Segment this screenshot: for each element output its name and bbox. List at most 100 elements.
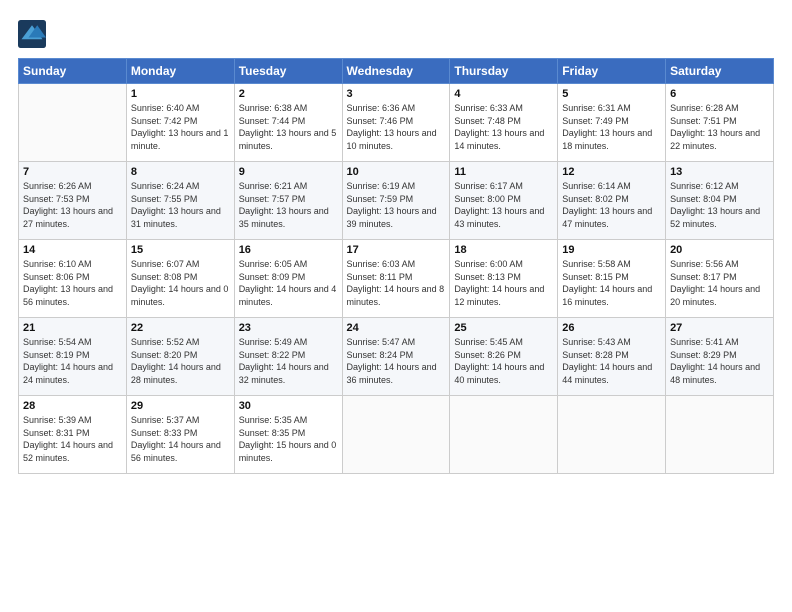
day-info: Sunrise: 6:24 AMSunset: 7:55 PMDaylight:… — [131, 180, 230, 230]
day-info: Sunrise: 6:12 AMSunset: 8:04 PMDaylight:… — [670, 180, 769, 230]
calendar-cell: 17 Sunrise: 6:03 AMSunset: 8:11 PMDayligh… — [342, 240, 450, 318]
header — [18, 18, 774, 48]
calendar-cell: 15 Sunrise: 6:07 AMSunset: 8:08 PMDayligh… — [126, 240, 234, 318]
week-row: 28 Sunrise: 5:39 AMSunset: 8:31 PMDayligh… — [19, 396, 774, 474]
day-number: 29 — [131, 400, 230, 412]
day-info: Sunrise: 5:47 AMSunset: 8:24 PMDaylight:… — [347, 336, 446, 386]
calendar-cell: 8 Sunrise: 6:24 AMSunset: 7:55 PMDaylight… — [126, 162, 234, 240]
day-number: 9 — [239, 166, 338, 178]
weekday-header-sunday: Sunday — [19, 59, 127, 84]
day-info: Sunrise: 5:45 AMSunset: 8:26 PMDaylight:… — [454, 336, 553, 386]
calendar-cell — [450, 396, 558, 474]
calendar-cell: 27 Sunrise: 5:41 AMSunset: 8:29 PMDayligh… — [666, 318, 774, 396]
day-info: Sunrise: 5:43 AMSunset: 8:28 PMDaylight:… — [562, 336, 661, 386]
weekday-header-monday: Monday — [126, 59, 234, 84]
day-number: 18 — [454, 244, 553, 256]
weekday-header-thursday: Thursday — [450, 59, 558, 84]
day-info: Sunrise: 6:33 AMSunset: 7:48 PMDaylight:… — [454, 102, 553, 152]
day-info: Sunrise: 6:07 AMSunset: 8:08 PMDaylight:… — [131, 258, 230, 308]
calendar-cell: 6Sunrise: 6:28 AMSunset: 7:51 PMDaylight… — [666, 84, 774, 162]
calendar-cell — [342, 396, 450, 474]
page: SundayMondayTuesdayWednesdayThursdayFrid… — [0, 0, 792, 612]
calendar-cell — [558, 396, 666, 474]
day-info: Sunrise: 6:14 AMSunset: 8:02 PMDaylight:… — [562, 180, 661, 230]
calendar-cell — [666, 396, 774, 474]
day-number: 25 — [454, 322, 553, 334]
calendar-cell: 24 Sunrise: 5:47 AMSunset: 8:24 PMDayligh… — [342, 318, 450, 396]
day-number: 20 — [670, 244, 769, 256]
calendar-cell: 9Sunrise: 6:21 AMSunset: 7:57 PMDaylight… — [234, 162, 342, 240]
calendar-cell: 4 Sunrise: 6:33 AMSunset: 7:48 PMDaylight… — [450, 84, 558, 162]
day-number: 2 — [239, 88, 338, 100]
calendar-cell: 5 Sunrise: 6:31 AMSunset: 7:49 PMDaylight… — [558, 84, 666, 162]
day-info: Sunrise: 6:19 AMSunset: 7:59 PMDaylight:… — [347, 180, 446, 230]
calendar-cell: 14Sunrise: 6:10 AMSunset: 8:06 PMDayligh… — [19, 240, 127, 318]
day-number: 17 — [347, 244, 446, 256]
day-info: Sunrise: 5:49 AMSunset: 8:22 PMDaylight:… — [239, 336, 338, 386]
calendar-cell: 1 Sunrise: 6:40 AMSunset: 7:42 PMDaylight… — [126, 84, 234, 162]
calendar-cell: 29 Sunrise: 5:37 AMSunset: 8:33 PMDayligh… — [126, 396, 234, 474]
calendar-cell: 28 Sunrise: 5:39 AMSunset: 8:31 PMDayligh… — [19, 396, 127, 474]
day-number: 16 — [239, 244, 338, 256]
day-number: 12 — [562, 166, 661, 178]
day-info: Sunrise: 6:05 AMSunset: 8:09 PMDaylight:… — [239, 258, 338, 308]
weekday-header-wednesday: Wednesday — [342, 59, 450, 84]
day-number: 21 — [23, 322, 122, 334]
day-info: Sunrise: 6:00 AMSunset: 8:13 PMDaylight:… — [454, 258, 553, 308]
day-info: Sunrise: 5:54 AMSunset: 8:19 PMDaylight:… — [23, 336, 122, 386]
calendar-cell: 13 Sunrise: 6:12 AMSunset: 8:04 PMDayligh… — [666, 162, 774, 240]
day-number: 5 — [562, 88, 661, 100]
day-number: 14 — [23, 244, 122, 256]
header-row: SundayMondayTuesdayWednesdayThursdayFrid… — [19, 59, 774, 84]
calendar-cell: 3 Sunrise: 6:36 AMSunset: 7:46 PMDaylight… — [342, 84, 450, 162]
day-number: 4 — [454, 88, 553, 100]
calendar-cell: 22 Sunrise: 5:52 AMSunset: 8:20 PMDayligh… — [126, 318, 234, 396]
day-number: 1 — [131, 88, 230, 100]
day-number: 28 — [23, 400, 122, 412]
day-info: Sunrise: 6:38 AMSunset: 7:44 PMDaylight:… — [239, 102, 338, 152]
calendar-cell: 26 Sunrise: 5:43 AMSunset: 8:28 PMDayligh… — [558, 318, 666, 396]
calendar-cell: 20 Sunrise: 5:56 AMSunset: 8:17 PMDayligh… — [666, 240, 774, 318]
calendar-cell — [19, 84, 127, 162]
day-number: 15 — [131, 244, 230, 256]
calendar-cell: 12 Sunrise: 6:14 AMSunset: 8:02 PMDayligh… — [558, 162, 666, 240]
day-number: 27 — [670, 322, 769, 334]
day-number: 10 — [347, 166, 446, 178]
week-row: 21 Sunrise: 5:54 AMSunset: 8:19 PMDayligh… — [19, 318, 774, 396]
day-number: 11 — [454, 166, 553, 178]
weekday-header-friday: Friday — [558, 59, 666, 84]
day-info: Sunrise: 5:56 AMSunset: 8:17 PMDaylight:… — [670, 258, 769, 308]
day-info: Sunrise: 6:17 AMSunset: 8:00 PMDaylight:… — [454, 180, 553, 230]
day-number: 3 — [347, 88, 446, 100]
calendar-cell: 7Sunrise: 6:26 AMSunset: 7:53 PMDaylight… — [19, 162, 127, 240]
day-info: Sunrise: 6:03 AMSunset: 8:11 PMDaylight:… — [347, 258, 446, 308]
day-number: 8 — [131, 166, 230, 178]
weekday-header-tuesday: Tuesday — [234, 59, 342, 84]
day-number: 13 — [670, 166, 769, 178]
day-info: Sunrise: 6:36 AMSunset: 7:46 PMDaylight:… — [347, 102, 446, 152]
day-info: Sunrise: 5:39 AMSunset: 8:31 PMDaylight:… — [23, 414, 122, 464]
day-number: 22 — [131, 322, 230, 334]
calendar-body: 1 Sunrise: 6:40 AMSunset: 7:42 PMDaylight… — [19, 84, 774, 474]
calendar-cell: 19Sunrise: 5:58 AMSunset: 8:15 PMDayligh… — [558, 240, 666, 318]
day-number: 6 — [670, 88, 769, 100]
calendar-cell: 11 Sunrise: 6:17 AMSunset: 8:00 PMDayligh… — [450, 162, 558, 240]
logo — [18, 18, 50, 48]
day-info: Sunrise: 6:31 AMSunset: 7:49 PMDaylight:… — [562, 102, 661, 152]
day-number: 24 — [347, 322, 446, 334]
day-info: Sunrise: 5:52 AMSunset: 8:20 PMDaylight:… — [131, 336, 230, 386]
week-row: 1 Sunrise: 6:40 AMSunset: 7:42 PMDaylight… — [19, 84, 774, 162]
calendar-cell: 30Sunrise: 5:35 AMSunset: 8:35 PMDayligh… — [234, 396, 342, 474]
calendar-cell: 23 Sunrise: 5:49 AMSunset: 8:22 PMDayligh… — [234, 318, 342, 396]
day-info: Sunrise: 6:40 AMSunset: 7:42 PMDaylight:… — [131, 102, 230, 152]
week-row: 7Sunrise: 6:26 AMSunset: 7:53 PMDaylight… — [19, 162, 774, 240]
day-number: 23 — [239, 322, 338, 334]
calendar-cell: 25 Sunrise: 5:45 AMSunset: 8:26 PMDayligh… — [450, 318, 558, 396]
day-number: 26 — [562, 322, 661, 334]
calendar-cell: 16 Sunrise: 6:05 AMSunset: 8:09 PMDayligh… — [234, 240, 342, 318]
day-info: Sunrise: 5:37 AMSunset: 8:33 PMDaylight:… — [131, 414, 230, 464]
calendar-table: SundayMondayTuesdayWednesdayThursdayFrid… — [18, 58, 774, 474]
day-info: Sunrise: 5:41 AMSunset: 8:29 PMDaylight:… — [670, 336, 769, 386]
calendar-cell: 21 Sunrise: 5:54 AMSunset: 8:19 PMDayligh… — [19, 318, 127, 396]
calendar-cell: 2 Sunrise: 6:38 AMSunset: 7:44 PMDaylight… — [234, 84, 342, 162]
